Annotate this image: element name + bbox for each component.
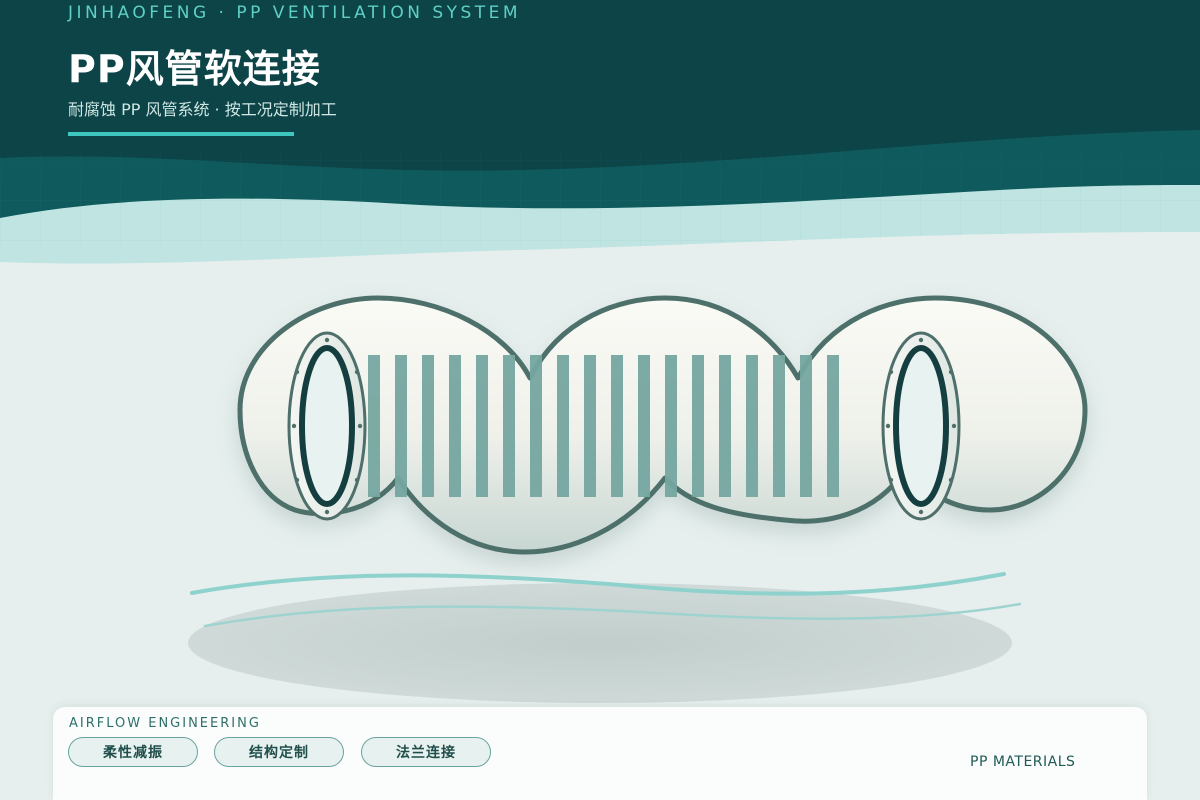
background-artwork	[0, 0, 1200, 800]
bottom-card: AIRFLOW ENGINEERING 柔性减振 结构定制 法兰连接 PP MA…	[53, 707, 1147, 800]
section-label: AIRFLOW ENGINEERING	[69, 716, 261, 731]
tag-custom-structure[interactable]: 结构定制	[214, 737, 344, 767]
title-underline	[68, 132, 294, 136]
brand-line: JINHAOFENG · PP VENTILATION SYSTEM	[68, 3, 522, 23]
left-flange-icon	[287, 331, 367, 521]
materials-label: PP MATERIALS	[970, 754, 1076, 770]
page-subtitle: 耐腐蚀 PP 风管系统 · 按工况定制加工	[68, 100, 337, 119]
ground-shadow	[188, 583, 1012, 703]
tag-flexible-damping[interactable]: 柔性减振	[68, 737, 198, 767]
page-title: PP风管软连接	[68, 47, 321, 91]
right-flange-icon	[881, 331, 961, 521]
tag-flange-connection[interactable]: 法兰连接	[361, 737, 491, 767]
